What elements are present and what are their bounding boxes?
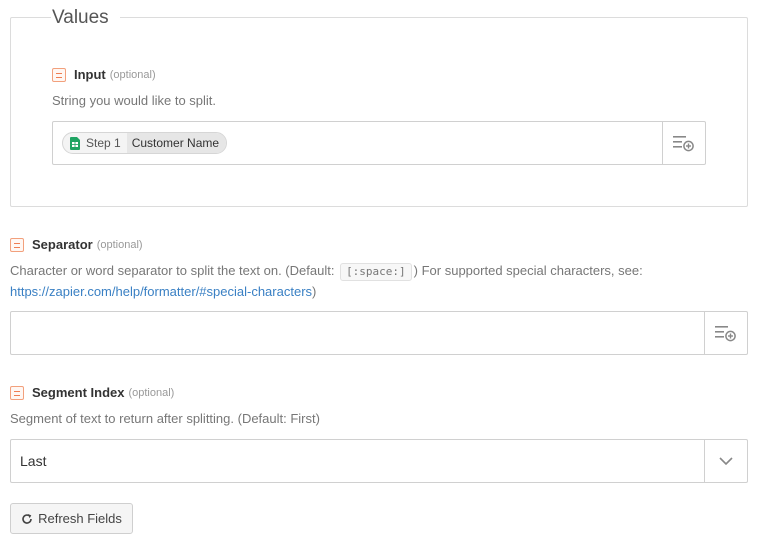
- formatter-split-form: Values Input (optional) String you would…: [0, 0, 763, 557]
- separator-field[interactable]: [10, 311, 748, 355]
- input-field[interactable]: Step 1 Customer Name: [52, 121, 706, 165]
- default-code: [:space:]: [340, 263, 412, 281]
- separator-label: Separator (optional): [10, 237, 143, 252]
- segment-index-label: Segment Index (optional): [10, 385, 174, 400]
- insert-data-icon: [715, 326, 736, 342]
- separator-optional: (optional): [96, 238, 143, 251]
- segment-index-value[interactable]: Last: [11, 440, 704, 482]
- separator-label-text: Separator: [32, 237, 93, 252]
- input-label: Input (optional): [52, 67, 156, 82]
- google-sheets-icon: [70, 136, 80, 150]
- input-field-content[interactable]: Step 1 Customer Name: [53, 122, 662, 164]
- field-type-icon: [10, 237, 24, 252]
- segment-index-label-text: Segment Index: [32, 385, 125, 400]
- input-optional: (optional): [109, 68, 156, 81]
- refresh-fields-label: Refresh Fields: [38, 511, 122, 526]
- refresh-fields-button[interactable]: Refresh Fields: [10, 503, 133, 534]
- refresh-icon: [22, 513, 32, 524]
- input-label-text: Input: [74, 67, 106, 82]
- segment-index-help: Segment of text to return after splittin…: [10, 411, 320, 426]
- step-pill[interactable]: Step 1 Customer Name: [62, 132, 228, 154]
- special-characters-link[interactable]: https://zapier.com/help/formatter/#speci…: [10, 284, 312, 299]
- chevron-down-icon: [719, 457, 733, 465]
- values-legend: Values: [51, 6, 120, 30]
- input-help: String you would like to split.: [52, 93, 217, 108]
- segment-index-select[interactable]: Last: [10, 439, 748, 483]
- pill-field-name: Customer Name: [126, 133, 227, 153]
- insert-data-button[interactable]: [704, 312, 747, 354]
- field-type-icon: [52, 67, 66, 82]
- insert-data-icon: [673, 136, 694, 152]
- segment-index-optional: (optional): [128, 386, 175, 399]
- insert-data-button[interactable]: [662, 122, 705, 164]
- field-type-icon: [10, 385, 24, 400]
- separator-input[interactable]: [11, 312, 704, 354]
- values-fieldset: Values: [10, 6, 748, 207]
- separator-help: Character or word separator to split the…: [10, 263, 643, 299]
- pill-step-label: Step 1: [86, 136, 121, 150]
- dropdown-toggle[interactable]: [704, 440, 747, 482]
